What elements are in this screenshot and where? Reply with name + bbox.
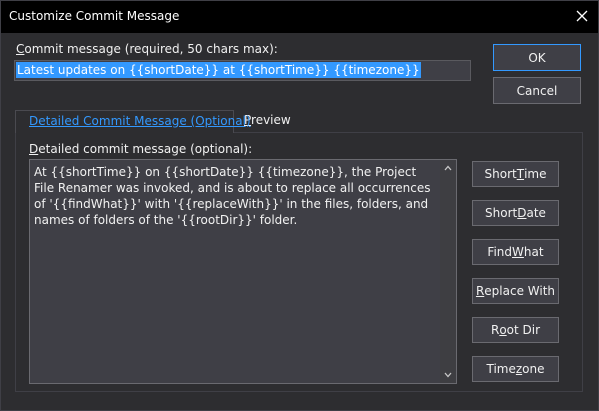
short-time-label-post: ime bbox=[524, 167, 547, 181]
replace-with-label-accelerator: R bbox=[475, 284, 485, 298]
commit-message-value: Latest updates on {{shortDate}} at {{sho… bbox=[16, 62, 421, 78]
tab-detailed-label: Detailed Commit Message (Optional) bbox=[29, 114, 251, 128]
detailed-message-label-text: etailed commit message (optional): bbox=[38, 142, 253, 156]
cancel-button[interactable]: Cancel bbox=[493, 77, 581, 104]
chevron-up-icon bbox=[444, 165, 452, 171]
close-icon bbox=[576, 10, 588, 22]
replace-with-button[interactable]: Replace With bbox=[472, 278, 559, 304]
root-dir-label-accelerator: o bbox=[499, 323, 507, 337]
short-date-label-accelerator: D bbox=[517, 206, 527, 220]
title-bar: Customize Commit Message bbox=[1, 1, 598, 33]
vertical-scrollbar[interactable] bbox=[440, 160, 456, 383]
tab-preview-label: review bbox=[251, 113, 291, 127]
short-time-button[interactable]: Short Time bbox=[472, 161, 559, 187]
timezone-button[interactable]: Time z one bbox=[472, 356, 559, 382]
timezone-label-post: one bbox=[522, 362, 545, 376]
commit-message-label-text: ommit message (required, 50 chars max): bbox=[24, 42, 278, 56]
scroll-up-button[interactable] bbox=[440, 160, 456, 176]
find-what-label-accelerator: W bbox=[512, 245, 524, 259]
find-what-button[interactable]: Find What bbox=[472, 239, 559, 265]
replace-with-label-post: eplace With bbox=[484, 284, 556, 298]
timezone-label-pre: Time bbox=[486, 362, 516, 376]
find-what-label-post: hat bbox=[523, 245, 544, 259]
detailed-message-label-accelerator: D bbox=[29, 142, 39, 156]
tab-preview[interactable]: Preview bbox=[244, 113, 291, 127]
root-dir-label-pre: R bbox=[490, 323, 500, 337]
short-time-label-pre: Short bbox=[484, 167, 517, 181]
detailed-message-value: At {{shortTime}} on {{shortDate}} {{time… bbox=[34, 165, 431, 227]
short-time-label-accelerator: T bbox=[516, 167, 525, 181]
short-date-button[interactable]: Short Date bbox=[472, 200, 559, 226]
detailed-message-label: Detailed commit message (optional): bbox=[29, 142, 252, 156]
close-button[interactable] bbox=[566, 1, 598, 31]
tab-detailed-commit-message[interactable]: Detailed Commit Message (Optional) bbox=[15, 110, 251, 133]
root-dir-button[interactable]: Ro ot Dir bbox=[472, 317, 559, 343]
find-what-label-pre: Find bbox=[487, 245, 513, 259]
detailed-message-textarea[interactable]: At {{shortTime}} on {{shortDate}} {{time… bbox=[29, 159, 457, 384]
commit-message-input[interactable]: Latest updates on {{shortDate}} at {{sho… bbox=[14, 60, 471, 81]
customize-commit-message-dialog: Customize Commit Message Commit message … bbox=[0, 0, 599, 411]
chevron-down-icon bbox=[444, 372, 452, 378]
short-date-label-pre: Short bbox=[485, 206, 518, 220]
root-dir-label-post: ot Dir bbox=[506, 323, 541, 337]
short-date-label-post: ate bbox=[526, 206, 546, 220]
scroll-down-button[interactable] bbox=[440, 367, 456, 383]
window-title: Customize Commit Message bbox=[9, 9, 180, 23]
commit-message-label: Commit message (required, 50 chars max): bbox=[16, 42, 278, 56]
ok-button[interactable]: OK bbox=[493, 44, 581, 71]
